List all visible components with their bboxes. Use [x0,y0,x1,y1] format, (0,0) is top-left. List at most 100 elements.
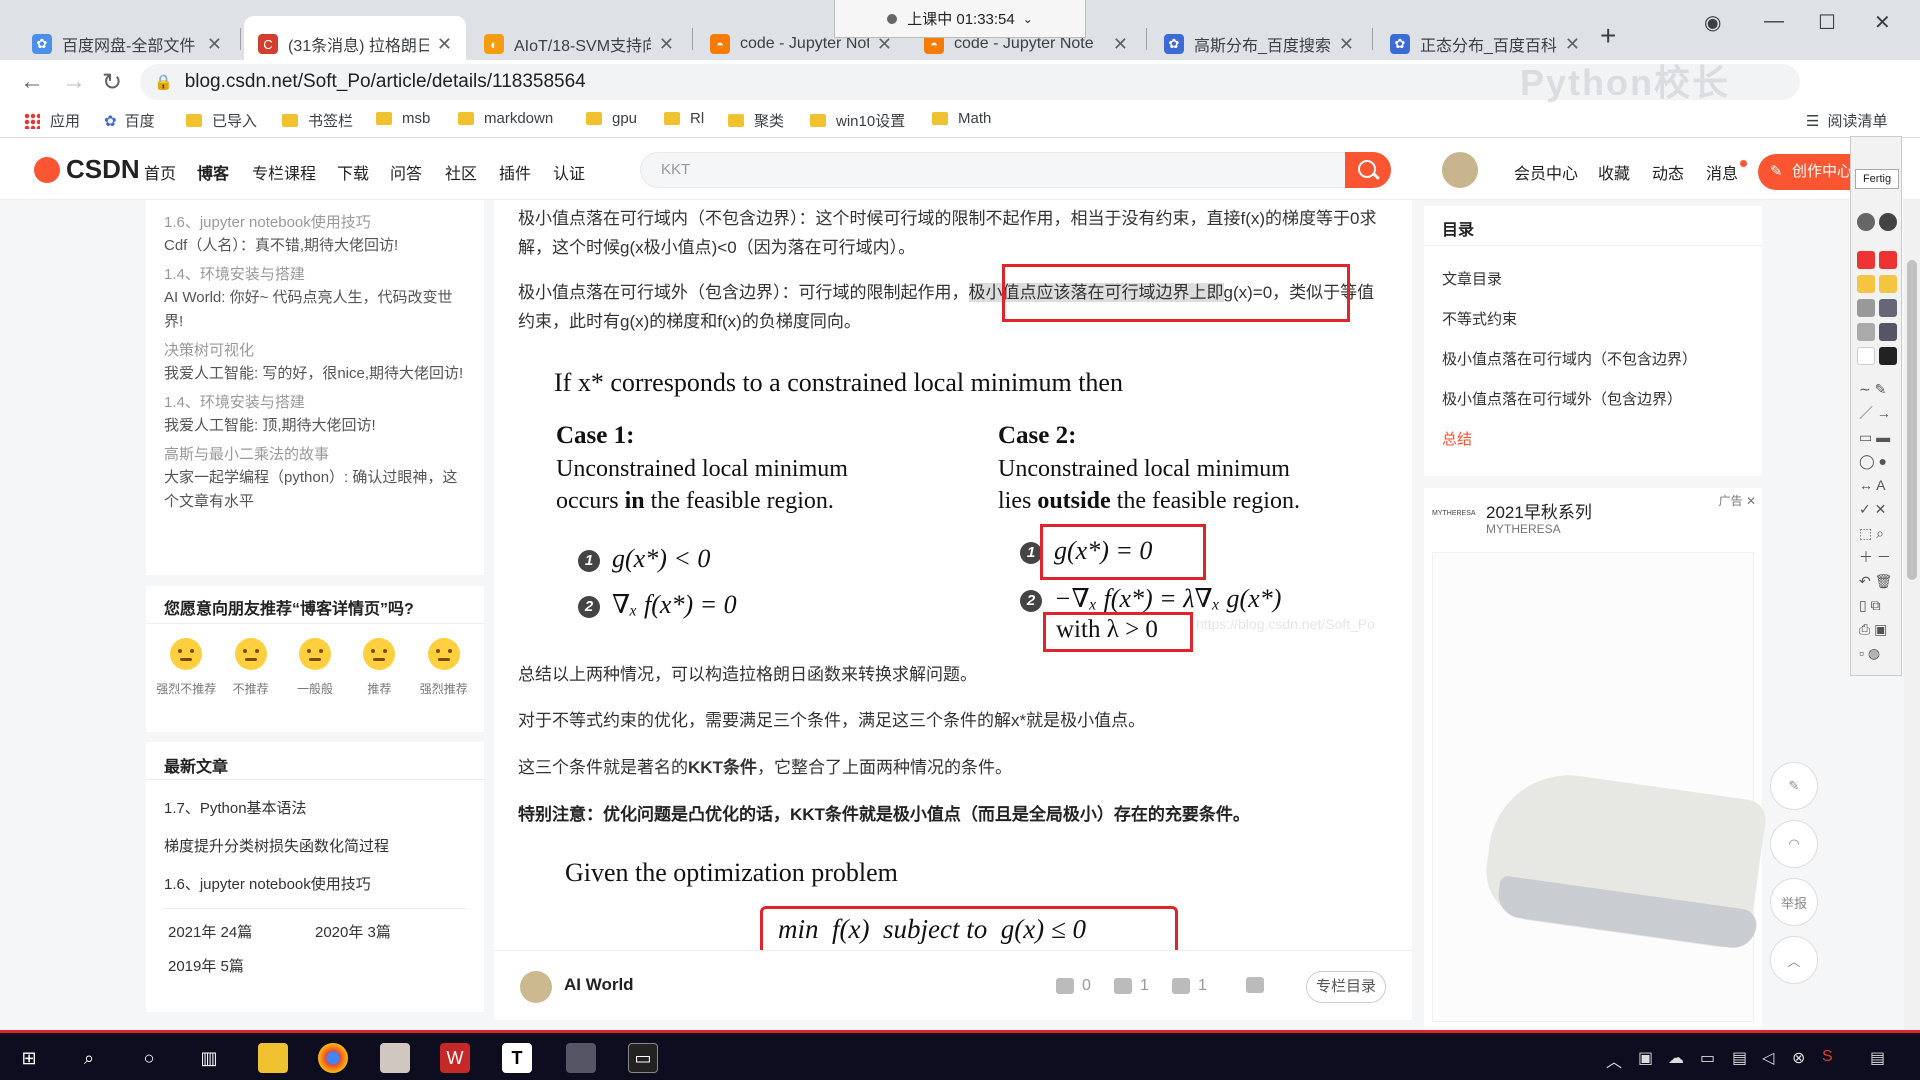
nav-blog[interactable]: 博客 [197,160,229,184]
member-center-link[interactable]: 会员中心 [1514,160,1578,184]
page-scrollbar[interactable] [1904,200,1920,1030]
pen-size-icon[interactable] [1857,213,1875,231]
bookmark-folder-imported[interactable]: 已导入 [186,110,257,131]
nav-qa[interactable]: 问答 [390,160,422,184]
block-icon[interactable]: ⊗ [1792,1048,1805,1068]
bookmark-folder-markdown[interactable]: markdown [458,110,553,127]
comment-article-title[interactable]: 决策树可视化 [164,340,466,362]
nav-certification[interactable]: 认证 [553,160,585,184]
bookmark-folder-win10[interactable]: win10设置 [810,110,905,131]
bookmark-folder-gpu[interactable]: gpu [586,110,637,127]
chrome-icon[interactable] [318,1043,348,1073]
archive-link[interactable]: 2020年 3篇 [315,919,462,947]
profile-icon[interactable]: ◉ [1704,10,1721,35]
freehand-tool-icon[interactable]: ∼ ✎ [1859,377,1899,401]
minimize-button[interactable]: — [1764,10,1784,33]
comment-article-title[interactable]: 1.6、jupyter notebook使用技巧 [164,212,466,234]
bookmark-folder-cluster[interactable]: 聚类 [728,110,784,131]
avatar[interactable] [1442,152,1478,188]
notification-center-icon[interactable]: ▤ [1870,1048,1885,1068]
color-gray-icon[interactable] [1857,299,1875,317]
bookmark-folder-math[interactable]: Math [932,110,991,127]
color-red-icon[interactable] [1879,251,1897,269]
network-icon[interactable]: ▤ [1732,1048,1747,1068]
forward-button[interactable]: → [62,68,86,96]
new-tab-button[interactable]: + [1600,20,1616,52]
close-icon[interactable]: ✕ [1113,34,1128,55]
paint-app-icon[interactable] [380,1043,410,1073]
rating-strongly-not-recommend[interactable]: 强烈不推荐 [156,638,216,697]
comment-article-title[interactable]: 高斯与最小二乘法的故事 [164,444,466,466]
like-button[interactable]: 0 [1056,977,1091,995]
terminal-icon[interactable]: ▭ [628,1043,658,1073]
color-white-icon[interactable] [1857,347,1875,365]
antivirus-icon[interactable]: S [1822,1048,1833,1066]
report-float-button[interactable]: 举报 [1770,878,1818,926]
latest-article-link[interactable]: 1.7、Python基本语法 [146,790,484,828]
back-to-top-button[interactable]: ︿ [1770,936,1818,984]
author-avatar[interactable] [520,971,552,1003]
pen-size-icon[interactable] [1879,213,1897,231]
close-icon[interactable]: ✕ [207,34,222,55]
activity-link[interactable]: 动态 [1652,160,1684,184]
rating-neutral[interactable]: 一般般 [286,638,344,697]
color-yellow-icon[interactable] [1857,275,1875,293]
toc-item[interactable]: 极小值点落在可行域内（不包含边界） [1424,340,1762,380]
bookmark-apps[interactable]: 应用 [24,110,80,131]
palette-tools[interactable]: ∼ ✎ ／ → ▭ ▬ ◯ ● ↔ A ✓ ✕ ⬚ ⌕ ＋ － ↶ 🗑 ▯ ⧉ … [1859,377,1899,665]
close-icon[interactable]: ✕ [1746,494,1756,508]
ad-image[interactable] [1432,552,1769,1022]
cloud-icon[interactable]: ☁ [1668,1048,1684,1068]
nav-home[interactable]: 首页 [144,160,176,184]
close-icon[interactable]: ✕ [437,34,452,55]
file-explorer-icon[interactable] [258,1043,288,1073]
support-float-button[interactable]: ◠ [1770,820,1818,868]
color-black-icon[interactable] [1879,347,1897,365]
windows-start-icon[interactable]: ⊞ [14,1043,44,1073]
column-directory-button[interactable]: 专栏目录 [1306,971,1386,1003]
messages-link[interactable]: 消息 [1706,160,1738,184]
cortana-icon[interactable]: ○ [134,1043,164,1073]
bookmark-folder-msb[interactable]: msb [376,110,430,127]
search-button[interactable] [1345,152,1391,188]
comment-button[interactable]: 1 [1114,977,1149,995]
tray-chevron-icon[interactable]: ︿ [1606,1048,1622,1072]
bookmark-baidu[interactable]: ✿ 百度 [104,110,155,131]
tray-app-icon[interactable]: ▣ [1638,1048,1653,1068]
nav-column-courses[interactable]: 专栏课程 [252,160,316,184]
undo-delete-icon[interactable]: ↶ 🗑 [1859,569,1899,593]
latest-article-link[interactable]: 1.6、jupyter notebook使用技巧 [146,866,484,904]
rectangle-tool-icon[interactable]: ▭ ▬ [1859,425,1899,449]
maximize-button[interactable]: ☐ [1818,10,1836,35]
line-tool-icon[interactable]: ／ → [1859,401,1899,425]
color-slate-icon[interactable] [1879,299,1897,317]
back-button[interactable]: ← [20,68,44,96]
bookmark-folder-bar[interactable]: 书签栏 [282,110,353,131]
check-tool-icon[interactable]: ✓ ✕ [1859,497,1899,521]
palette-done-button[interactable]: Fertig [1855,169,1899,189]
search-input[interactable]: KKT [640,152,1345,188]
favorites-link[interactable]: 收藏 [1598,160,1630,184]
virtual-box-icon[interactable] [566,1043,596,1073]
search-icon[interactable]: ⌕ [74,1043,104,1073]
zoom-tool-icon[interactable]: ⬚ ⌕ [1859,521,1899,545]
nav-community[interactable]: 社区 [445,160,477,184]
csdn-logo[interactable]: CSDN [34,154,140,185]
ad-tag[interactable]: 广告 ✕ [1719,492,1756,509]
print-save-icon[interactable]: ⎙ ▣ [1859,617,1899,641]
text-tool-icon[interactable]: ↔ A [1859,473,1899,497]
class-timer[interactable]: 上课中 01:33:54 ⌄ [834,0,1086,38]
close-icon[interactable]: ✕ [1565,34,1580,55]
favorite-button[interactable]: 1 [1172,977,1207,995]
color-yellow-icon[interactable] [1879,275,1897,293]
reload-button[interactable]: ↻ [102,68,122,97]
share-button[interactable] [1246,977,1272,993]
close-icon[interactable]: ✕ [659,34,674,55]
comment-article-title[interactable]: 1.4、环境安装与搭建 [164,392,466,414]
rating-not-recommend[interactable]: 不推荐 [222,638,280,697]
toc-item[interactable]: 不等式约束 [1424,300,1762,340]
nav-plugins[interactable]: 插件 [499,160,531,184]
settings-tool-icon[interactable]: ▫ ◍ [1859,641,1899,665]
scrollbar-thumb[interactable] [1907,260,1917,580]
nav-download[interactable]: 下载 [337,160,369,184]
